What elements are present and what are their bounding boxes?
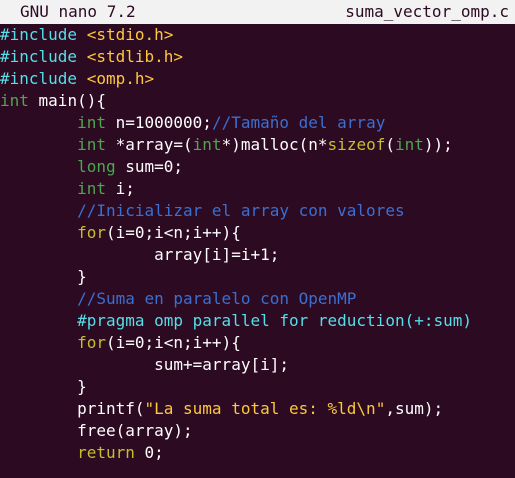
code-token-type: int [77, 113, 106, 132]
code-token-control: for [77, 223, 106, 242]
code-line: return 0; [0, 442, 515, 464]
code-token-include_file: <stdlib.h> [86, 47, 184, 66]
code-editor-area[interactable]: #include <stdio.h> #include <stdlib.h> #in… [0, 24, 515, 478]
editor-name: GNU nano 7.2 [20, 2, 136, 21]
code-token-plain: ( [385, 135, 395, 154]
code-line: for(i=0;i<n;i++){ [0, 222, 515, 244]
file-name: suma_vector_omp.c [345, 2, 509, 21]
code-token-plain: array[i]=i+1; [0, 245, 280, 264]
code-token-plain: sum=0; [115, 157, 184, 176]
code-token-control: sizeof [327, 135, 386, 154]
code-token-pragma: #pragma omp parallel for reduction(+:sum… [77, 311, 473, 330]
code-token-include_file: <omp.h> [86, 69, 155, 88]
code-line: free(array); [0, 420, 515, 442]
code-token-plain: n=1000000; [105, 113, 212, 132]
code-token-plain: i; [105, 179, 135, 198]
code-line: #include <stdio.h> [0, 24, 515, 46]
code-token-plain: *)malloc(n* [221, 135, 328, 154]
code-line: int i; [0, 178, 515, 200]
code-token-plain: (i=0;i<n;i++){ [105, 223, 241, 242]
code-token-plain: sum+=array[i]; [0, 355, 289, 374]
code-token-plain: } [0, 267, 87, 286]
code-line: int n=1000000;//Tamaño del array [0, 112, 515, 134]
code-token-type: int [77, 179, 106, 198]
code-token-type: int [77, 135, 106, 154]
code-token-type: long [77, 157, 116, 176]
code-line: array[i]=i+1; [0, 244, 515, 266]
code-line: #pragma omp parallel for reduction(+:sum… [0, 310, 515, 332]
code-token-type: int [0, 91, 29, 110]
code-token-plain: free(array); [0, 421, 193, 440]
code-token-string: "La suma total es: %ld\n" [144, 399, 386, 418]
code-token-control: for [77, 333, 106, 352]
code-token-comment: //Suma en paralelo con OpenMP [77, 289, 357, 308]
code-token-plain: )); [423, 135, 453, 154]
code-token-control: return [77, 443, 135, 462]
code-token-preprocessor: #include [0, 47, 87, 66]
code-token-plain: ,sum); [385, 399, 444, 418]
code-token-plain: printf( [0, 399, 145, 418]
code-token-plain: } [0, 377, 87, 396]
code-token-plain: (i=0;i<n;i++){ [105, 333, 241, 352]
nano-title-bar: GNU nano 7.2 suma_vector_omp.c [0, 0, 515, 24]
code-token-type: int [192, 135, 222, 154]
code-line: int *array=(int*)malloc(n*sizeof(int)); [0, 134, 515, 156]
code-line: for(i=0;i<n;i++){ [0, 332, 515, 354]
code-token-comment: //Tamaño del array [211, 113, 386, 132]
code-line: } [0, 376, 515, 398]
code-line: int main(){ [0, 90, 515, 112]
code-line: #include <stdlib.h> [0, 46, 515, 68]
code-line: sum+=array[i]; [0, 354, 515, 376]
code-line: #include <omp.h> [0, 68, 515, 90]
code-token-preprocessor: #include [0, 69, 87, 88]
code-token-plain: *array=( [105, 135, 193, 154]
code-token-type: int [394, 135, 424, 154]
code-line: //Suma en paralelo con OpenMP [0, 288, 515, 310]
code-line: printf("La suma total es: %ld\n",sum); [0, 398, 515, 420]
code-line: } [0, 266, 515, 288]
code-token-plain: 0; [134, 443, 164, 462]
code-token-preprocessor: #include [0, 25, 87, 44]
code-token-plain: main(){ [28, 91, 106, 110]
code-line: //Inicializar el array con valores [0, 200, 515, 222]
code-token-comment: //Inicializar el array con valores [77, 201, 405, 220]
code-token-include_file: <stdio.h> [86, 25, 174, 44]
code-line: long sum=0; [0, 156, 515, 178]
